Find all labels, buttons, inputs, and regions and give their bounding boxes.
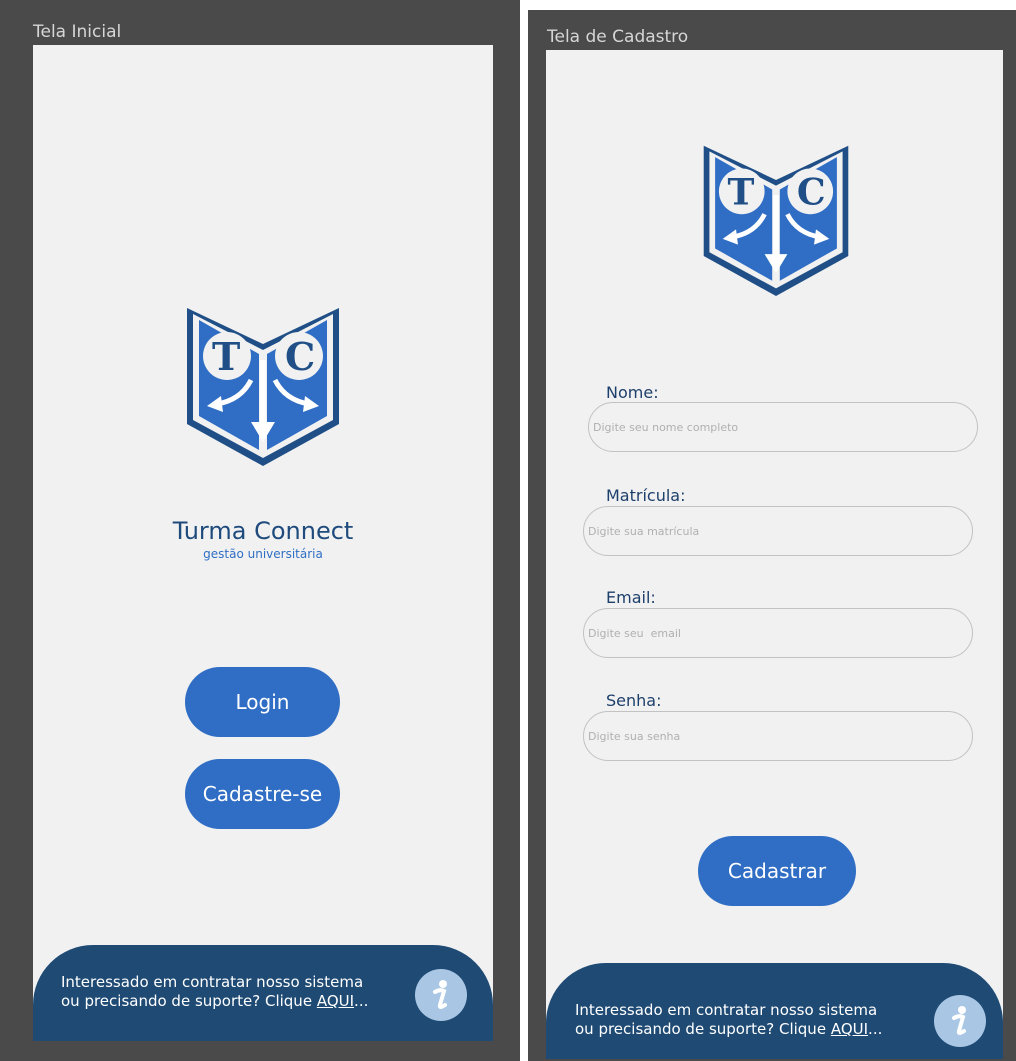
support-link[interactable]: AQUI bbox=[317, 992, 354, 1010]
signup-button[interactable]: Cadastre-se bbox=[185, 759, 340, 829]
support-footer: Interessado em contratar nosso sistema o… bbox=[546, 963, 1003, 1059]
support-text-line2: ou precisando de suporte? Clique bbox=[61, 992, 317, 1010]
turma-connect-logo: T C bbox=[187, 308, 339, 466]
logo-letter-t: T bbox=[212, 334, 240, 379]
name-input[interactable] bbox=[588, 402, 978, 452]
logo-letter-c: C bbox=[285, 334, 315, 379]
login-button[interactable]: Login bbox=[185, 667, 340, 737]
register-button[interactable]: Cadastrar bbox=[698, 836, 856, 906]
password-label: Senha: bbox=[606, 691, 662, 710]
frame-title: Tela de Cadastro bbox=[547, 27, 689, 47]
support-text-line1: Interessado em contratar nosso sistema bbox=[575, 1001, 878, 1019]
info-icon bbox=[433, 980, 447, 1009]
password-input[interactable] bbox=[583, 711, 973, 761]
home-frame: Tela Inicial T C Turma Connect gestão un… bbox=[0, 0, 520, 1061]
turma-connect-logo: T C bbox=[703, 145, 849, 296]
brand-name: Turma Connect bbox=[172, 517, 354, 545]
signup-frame: Tela de Cadastro T C Nome: Matrícula: Em… bbox=[528, 10, 1016, 1061]
support-text: Interessado em contratar nosso sistema o… bbox=[61, 973, 368, 1011]
frame-title: Tela Inicial bbox=[33, 22, 122, 42]
home-screen: T C Turma Connect gestão universitária L… bbox=[33, 45, 493, 1041]
email-input[interactable] bbox=[583, 608, 973, 658]
logo-letter-t: T bbox=[727, 171, 754, 214]
support-text-line2: ou precisando de suporte? Clique bbox=[575, 1020, 831, 1038]
signup-screen: T C Nome: Matrícula: Email: Senha: Cadas… bbox=[546, 50, 1003, 1059]
name-label: Nome: bbox=[606, 383, 659, 402]
support-text: Interessado em contratar nosso sistema o… bbox=[575, 1001, 882, 1039]
email-label: Email: bbox=[606, 588, 656, 607]
brand-tagline: gestão universitária bbox=[203, 547, 323, 561]
support-ellipsis: ... bbox=[868, 1020, 883, 1038]
info-button[interactable] bbox=[934, 995, 986, 1047]
support-text-line1: Interessado em contratar nosso sistema bbox=[61, 973, 364, 991]
support-link[interactable]: AQUI bbox=[831, 1020, 868, 1038]
info-button[interactable] bbox=[415, 969, 467, 1021]
info-icon bbox=[952, 1006, 966, 1035]
logo-letter-c: C bbox=[797, 171, 826, 214]
support-ellipsis: ... bbox=[354, 992, 369, 1010]
registration-label: Matrícula: bbox=[606, 486, 686, 505]
registration-input[interactable] bbox=[583, 506, 973, 556]
support-footer: Interessado em contratar nosso sistema o… bbox=[33, 945, 493, 1041]
